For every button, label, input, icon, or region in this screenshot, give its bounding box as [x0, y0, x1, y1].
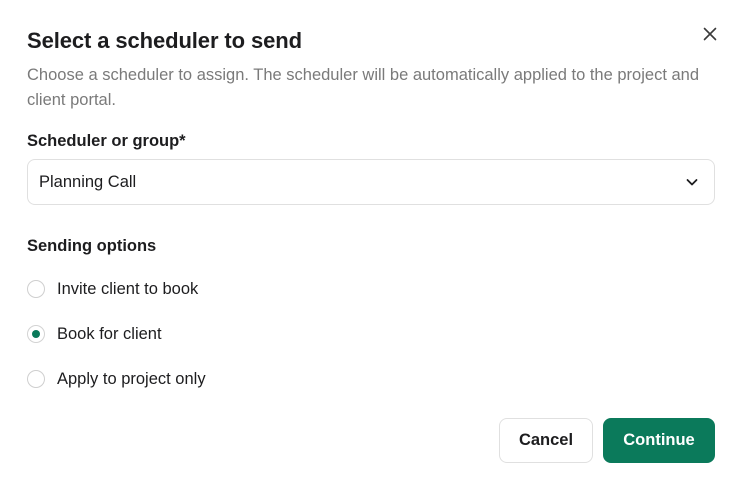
radio-label-apply-to-project: Apply to project only: [57, 370, 206, 388]
chevron-down-icon: [686, 179, 698, 186]
radio-button-book-for-client[interactable]: [27, 325, 45, 343]
radio-label-book-for-client: Book for client: [57, 325, 162, 343]
radio-label-invite-client: Invite client to book: [57, 280, 199, 298]
scheduler-select-value: Planning Call: [39, 172, 137, 191]
radio-button-apply-to-project[interactable]: [27, 370, 45, 388]
scheduler-select[interactable]: Planning Call: [27, 159, 715, 205]
dialog-description: Choose a scheduler to assign. The schedu…: [27, 66, 700, 109]
radio-button-invite-client[interactable]: [27, 280, 45, 298]
radio-option-invite-client[interactable]: Invite client to book: [27, 277, 198, 301]
close-icon: [703, 27, 717, 41]
scheduler-dialog: Select a scheduler to send Choose a sche…: [0, 0, 742, 480]
sending-options-label: Sending options: [27, 237, 157, 255]
continue-button[interactable]: Continue: [603, 418, 715, 463]
radio-option-book-for-client[interactable]: Book for client: [27, 322, 162, 346]
cancel-button[interactable]: Cancel: [499, 418, 593, 463]
scheduler-field-label: Scheduler or group*: [27, 132, 186, 150]
radio-option-apply-to-project[interactable]: Apply to project only: [27, 367, 206, 391]
dialog-title: Select a scheduler to send: [27, 28, 302, 53]
close-button[interactable]: [699, 23, 721, 45]
